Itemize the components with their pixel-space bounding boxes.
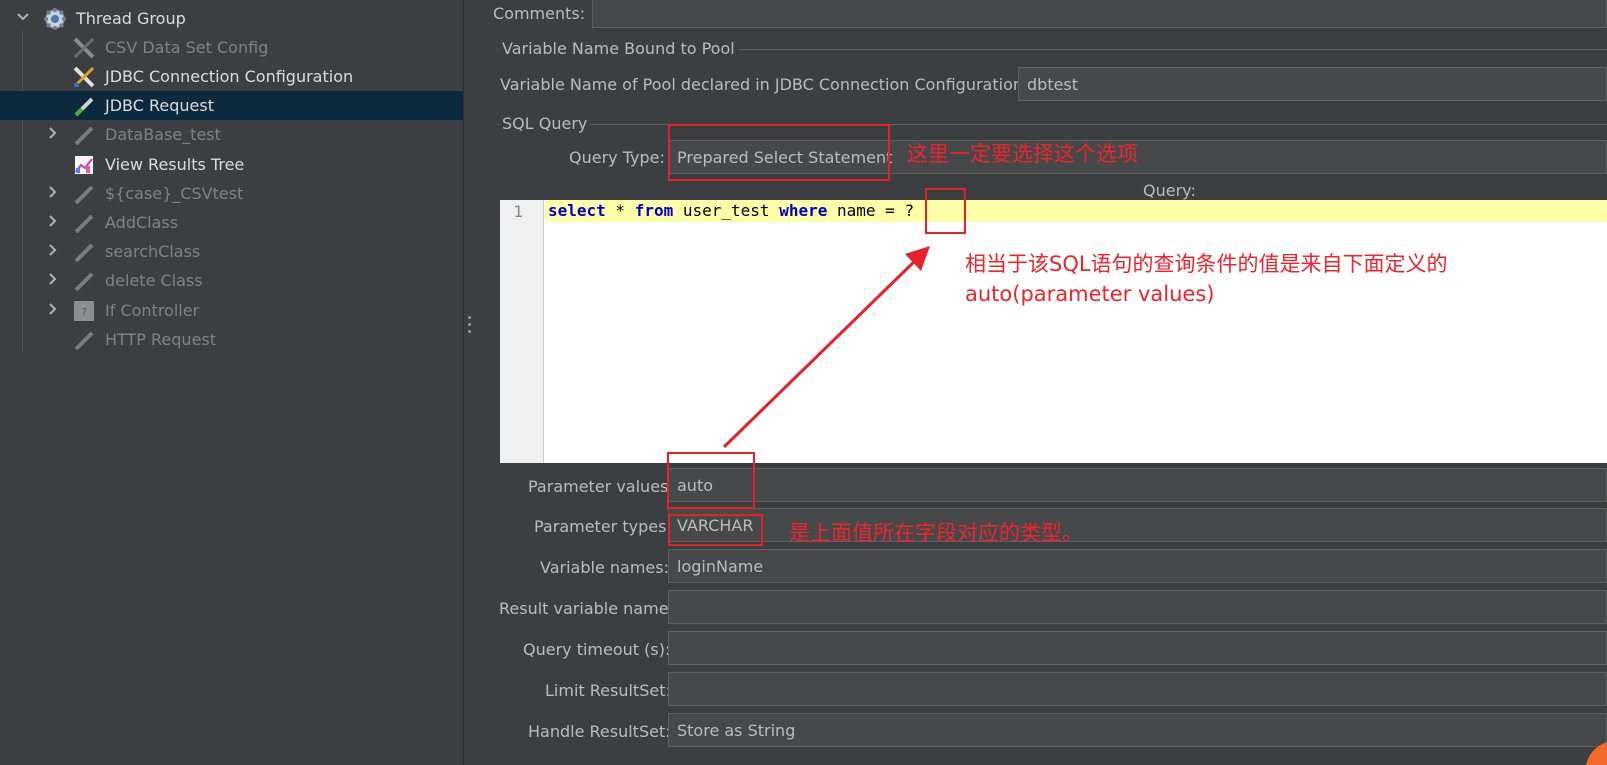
chevron-right-icon[interactable] — [46, 243, 60, 261]
chevron-right-icon[interactable] — [46, 185, 60, 203]
wrench-screwdriver-icon — [71, 35, 97, 61]
pipette-icon — [71, 181, 97, 207]
pipette-icon — [71, 327, 97, 353]
sql-text: * — [605, 201, 635, 220]
sql-placeholder: ? — [904, 201, 915, 220]
handle-resultset-label: Handle ResultSet: — [528, 722, 671, 741]
tree-item-label: delete Class — [105, 271, 203, 290]
sql-code-line: select * from user_test where name = ? — [548, 201, 914, 220]
tree-item-csv-data-set-config[interactable]: CSV Data Set Config — [0, 33, 463, 62]
controller-icon: ? — [71, 298, 97, 324]
result-variable-field[interactable] — [668, 590, 1607, 624]
sql-keyword: select — [548, 201, 606, 220]
result-variable-label: Result variable name: — [499, 599, 674, 618]
query-timeout-field[interactable] — [668, 631, 1607, 665]
comments-field[interactable] — [592, 0, 1607, 28]
pool-name-field[interactable]: dbtest — [1018, 67, 1607, 101]
sql-keyword: where — [779, 201, 828, 220]
annotation-box-param-types — [668, 514, 763, 546]
splitter-grip-dot — [468, 330, 471, 333]
query-type-label: Query Type: — [569, 148, 665, 167]
tree-item-label: If Controller — [105, 301, 200, 320]
pipette-icon — [71, 210, 97, 236]
line-number: 1 — [513, 202, 523, 221]
limit-resultset-field[interactable] — [668, 672, 1607, 706]
query-timeout-label: Query timeout (s): — [523, 640, 671, 659]
tree-item-jdbc-connection-configuration[interactable]: JDBC Connection Configuration — [0, 62, 463, 91]
tree-item-label: JDBC Connection Configuration — [105, 67, 354, 86]
pipette-icon — [71, 239, 97, 265]
tree-item-label: DataBase_test — [105, 125, 221, 144]
line-number-gutter: 1 — [500, 200, 544, 463]
tree-item-label: View Results Tree — [105, 155, 245, 174]
splitter-grip-dot — [468, 316, 471, 319]
pipette-icon — [71, 268, 97, 294]
pool-group-title: Variable Name Bound to Pool — [499, 39, 738, 58]
variable-names-label: Variable names: — [540, 558, 669, 577]
corner-watermark-icon — [1586, 742, 1607, 765]
tree-item-delete-class[interactable]: delete Class — [0, 266, 463, 295]
splitter-grip-dot — [468, 323, 471, 326]
tree-item-case-csvtest[interactable]: ${case}_CSVtest — [0, 179, 463, 208]
variable-names-field[interactable]: loginName — [668, 549, 1607, 583]
param-values-field[interactable]: auto — [668, 468, 1607, 502]
tree-item-thread-group[interactable]: Thread Group — [0, 4, 463, 33]
jmeter-window: Thread Group CSV Data Set Config JDBC Co… — [0, 0, 1607, 765]
tree-item-if-controller[interactable]: ? If Controller — [0, 296, 463, 325]
tree-item-label: HTTP Request — [105, 330, 217, 349]
gear-icon — [42, 6, 68, 32]
tree-item-addclass[interactable]: AddClass — [0, 208, 463, 237]
tree-item-label: AddClass — [105, 213, 179, 232]
tree-item-http-request[interactable]: HTTP Request — [0, 325, 463, 354]
chevron-right-icon[interactable] — [46, 272, 60, 290]
tree-item-label: Thread Group — [76, 9, 186, 28]
pipette-icon — [71, 122, 97, 148]
pipette-icon — [71, 93, 97, 119]
query-label: Query: — [1143, 181, 1196, 200]
tree-item-label: CSV Data Set Config — [105, 38, 269, 57]
tree-item-label: JDBC Request — [105, 96, 214, 115]
wrench-screwdriver-icon — [71, 64, 97, 90]
test-plan-tree: Thread Group CSV Data Set Config JDBC Co… — [0, 0, 463, 765]
tree-item-view-results-tree[interactable]: View Results Tree — [0, 150, 463, 179]
chevron-right-icon[interactable] — [46, 302, 60, 320]
chevron-right-icon[interactable] — [46, 126, 60, 144]
param-types-label: Parameter types: — [534, 517, 672, 536]
annotation-note-types: 是上面值所在字段对应的类型。 — [789, 521, 1083, 545]
annotation-note-param-line2: auto(parameter values) — [965, 282, 1215, 306]
tree-item-jdbc-request[interactable]: JDBC Request — [0, 91, 463, 120]
param-values-label: Parameter values: — [528, 477, 674, 496]
chevron-right-icon[interactable] — [46, 214, 60, 232]
sql-query-editor[interactable]: 1 select * from user_test where name = ? — [500, 200, 1607, 463]
annotation-box-placeholder — [925, 188, 966, 234]
chart-icon — [71, 152, 97, 178]
comments-label: Comments: — [493, 4, 586, 23]
limit-resultset-label: Limit ResultSet: — [545, 681, 671, 700]
annotation-box-param-values — [667, 452, 755, 509]
sql-keyword: from — [634, 201, 674, 220]
annotation-note-param-line1: 相当于该SQL语句的查询条件的值是来自下面定义的 — [965, 252, 1448, 276]
annotation-box-query-type — [668, 124, 890, 181]
sql-text: name = — [827, 201, 905, 220]
handle-resultset-select[interactable]: Store as String — [668, 713, 1607, 747]
tree-item-searchclass[interactable]: searchClass — [0, 237, 463, 266]
svg-text:?: ? — [81, 306, 87, 319]
tree-item-database-test[interactable]: DataBase_test — [0, 120, 463, 149]
jdbc-request-panel: Comments: Variable Name Bound to Pool Va… — [475, 0, 1607, 765]
sql-group-title: SQL Query — [499, 114, 591, 133]
sql-text: user_test — [673, 201, 780, 220]
annotation-note-query-type: 这里一定要选择这个选项 — [907, 142, 1138, 166]
tree-item-label: searchClass — [105, 242, 201, 261]
pool-name-label: Variable Name of Pool declared in JDBC C… — [500, 75, 1029, 94]
tree-item-label: ${case}_CSVtest — [105, 184, 244, 203]
group-border — [497, 124, 1607, 125]
panel-splitter[interactable] — [463, 0, 474, 765]
chevron-down-icon[interactable] — [16, 10, 30, 28]
